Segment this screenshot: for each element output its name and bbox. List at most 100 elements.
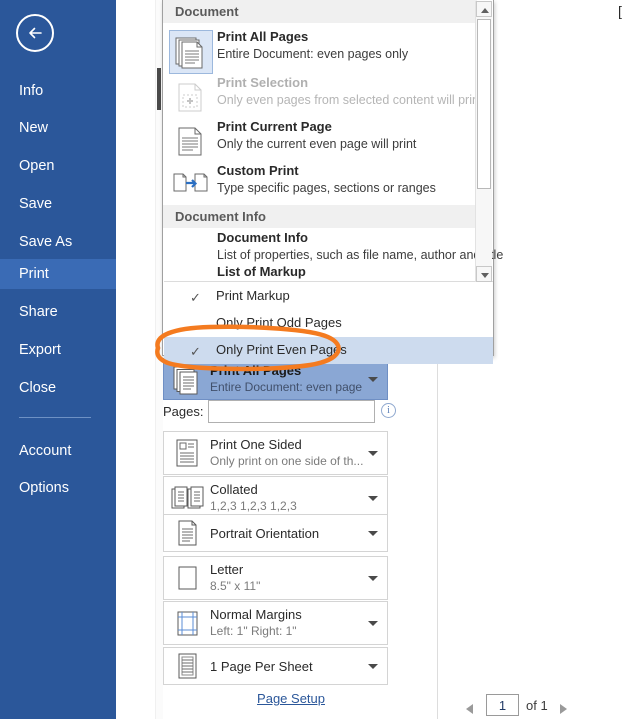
backstage-sidebar: Info New Open Save Save As Print Share E… bbox=[0, 0, 116, 719]
sidebar-item-account[interactable]: Account bbox=[0, 436, 116, 466]
custom-print-icon bbox=[169, 164, 213, 208]
settings-scrollbar-thumb[interactable] bbox=[157, 68, 161, 110]
sidebar-item-new[interactable]: New bbox=[0, 113, 116, 143]
page-count-label: of 1 bbox=[526, 698, 548, 713]
sidebar-item-share[interactable]: Share bbox=[0, 297, 116, 327]
next-page-arrow-icon[interactable] bbox=[560, 704, 567, 714]
chevron-down-icon[interactable] bbox=[368, 621, 378, 626]
sidebar-item-info[interactable]: Info bbox=[0, 76, 116, 106]
pages-label: Pages: bbox=[163, 404, 204, 419]
chevron-down-icon[interactable] bbox=[368, 451, 378, 456]
dropdown-scrollbar[interactable] bbox=[475, 1, 492, 282]
sidebar-divider bbox=[19, 417, 91, 418]
print-range-dropdown-menu: Document Print All Pages Entire Document… bbox=[162, 0, 503, 364]
sidebar-item-label: Options bbox=[19, 480, 69, 496]
sidebar-item-save-as[interactable]: Save As bbox=[0, 227, 116, 257]
dropdown-toggle-only-print-odd-pages[interactable]: Only Print Odd Pages bbox=[164, 310, 493, 337]
sidebar-item-label: Save bbox=[19, 196, 53, 212]
sidebar-item-close[interactable]: Close bbox=[0, 373, 116, 403]
pages-per-sheet-icon bbox=[170, 649, 204, 683]
dropdown-separator bbox=[164, 281, 493, 282]
setting-print-range-combo[interactable]: Print All Pages Entire Document: even pa… bbox=[163, 358, 388, 400]
setting-title: Letter bbox=[210, 562, 244, 577]
print-all-pages-icon bbox=[170, 362, 204, 396]
setting-title: Portrait Orientation bbox=[210, 526, 320, 541]
dropdown-toggle-label: Only Print Odd Pages bbox=[216, 315, 342, 330]
dropdown-item-print-all-pages[interactable]: Print All Pages Entire Document: even pa… bbox=[163, 26, 477, 74]
setting-subtitle: Entire Document: even page... bbox=[210, 380, 363, 394]
setting-title: Print One Sided bbox=[210, 437, 302, 452]
scroll-down-arrow-icon[interactable] bbox=[476, 266, 492, 282]
dropdown-toggle-only-print-even-pages[interactable]: ✓ Only Print Even Pages bbox=[164, 337, 493, 364]
dropdown-scrollbar-thumb[interactable] bbox=[477, 19, 491, 189]
print-all-pages-icon bbox=[169, 30, 213, 74]
dropdown-item-title: List of Markup bbox=[217, 264, 306, 279]
setting-margins-combo[interactable]: Normal Margins Left: 1" Right: 1" bbox=[163, 601, 388, 645]
sidebar-item-label: Export bbox=[19, 342, 61, 358]
dropdown-item-title: Custom Print bbox=[217, 163, 299, 178]
dropdown-item-subtitle: Only the current even page will print bbox=[217, 137, 417, 151]
setting-title: Print All Pages bbox=[210, 363, 302, 378]
dropdown-item-custom-print[interactable]: Custom Print Type specific pages, sectio… bbox=[163, 160, 477, 208]
print-selection-icon bbox=[169, 76, 213, 120]
setting-subtitle: Left: 1" Right: 1" bbox=[210, 624, 297, 638]
page-setup-link[interactable]: Page Setup bbox=[257, 691, 325, 706]
scroll-up-arrow-icon[interactable] bbox=[476, 1, 492, 17]
sidebar-item-label: Save As bbox=[19, 234, 73, 250]
sidebar-item-label: Close bbox=[19, 380, 57, 396]
dropdown-item-document-info[interactable]: Document Info List of properties, such a… bbox=[163, 228, 503, 268]
setting-title: Collated bbox=[210, 482, 258, 497]
sidebar-item-label: Open bbox=[19, 158, 55, 174]
dropdown-item-subtitle: Entire Document: even pages only bbox=[217, 47, 409, 61]
dropdown-section-header-document-info: Document Info bbox=[163, 205, 477, 228]
sidebar-item-export[interactable]: Export bbox=[0, 335, 116, 365]
sidebar-item-save[interactable]: Save bbox=[0, 189, 116, 219]
setting-subtitle: 1,2,3 1,2,3 1,2,3 bbox=[210, 499, 297, 513]
sidebar-item-label: Print bbox=[19, 266, 49, 282]
dropdown-item-subtitle: Only even pages from selected content wi… bbox=[217, 93, 483, 107]
print-backstage-screen: Info New Open Save Save As Print Share E… bbox=[0, 0, 627, 719]
dropdown-item-list-of-markup[interactable]: List of Markup bbox=[163, 264, 477, 282]
check-icon: ✓ bbox=[190, 290, 201, 305]
setting-paper-size-combo[interactable]: Letter 8.5" x 11" bbox=[163, 556, 388, 600]
dropdown-toggle-label: Only Print Even Pages bbox=[216, 342, 347, 357]
setting-pages-per-sheet-combo[interactable]: 1 Page Per Sheet bbox=[163, 647, 388, 685]
dropdown-item-title: Document Info bbox=[217, 230, 308, 245]
settings-preview-divider bbox=[437, 355, 438, 719]
margins-icon bbox=[170, 606, 204, 640]
corner-mark: [ bbox=[618, 3, 622, 19]
dropdown-toggle-print-markup[interactable]: ✓ Print Markup bbox=[164, 283, 493, 310]
sidebar-item-label: Account bbox=[19, 443, 72, 459]
pages-field-row: Pages: i bbox=[163, 400, 396, 424]
dropdown-toggle-label: Print Markup bbox=[216, 288, 290, 303]
setting-title: Normal Margins bbox=[210, 607, 302, 622]
pages-input[interactable] bbox=[208, 400, 375, 423]
page-number-input[interactable] bbox=[486, 694, 519, 716]
setting-subtitle: 8.5" x 11" bbox=[210, 579, 261, 593]
paper-size-icon bbox=[170, 561, 204, 595]
info-circle-icon[interactable]: i bbox=[381, 403, 396, 418]
print-current-page-icon bbox=[169, 120, 213, 164]
setting-subtitle: Only print on one side of th... bbox=[210, 454, 363, 468]
previous-page-arrow-icon[interactable] bbox=[466, 704, 473, 714]
dropdown-item-print-selection: Print Selection Only even pages from sel… bbox=[163, 72, 482, 120]
back-arrow-icon[interactable] bbox=[16, 14, 54, 52]
chevron-down-icon[interactable] bbox=[368, 377, 378, 382]
sidebar-item-label: New bbox=[19, 120, 49, 136]
sidebar-item-open[interactable]: Open bbox=[0, 151, 116, 181]
dropdown-item-print-current-page[interactable]: Print Current Page Only the current even… bbox=[163, 116, 477, 164]
dropdown-item-subtitle: List of properties, such as file name, a… bbox=[217, 248, 504, 262]
chevron-down-icon[interactable] bbox=[368, 496, 378, 501]
sidebar-item-print[interactable]: Print bbox=[0, 259, 116, 289]
dropdown-item-title: Print Current Page bbox=[217, 119, 332, 134]
dropdown-section-header-document: Document bbox=[163, 0, 477, 23]
setting-duplex-combo[interactable]: Print One Sided Only print on one side o… bbox=[163, 431, 388, 475]
setting-title: 1 Page Per Sheet bbox=[210, 659, 313, 674]
chevron-down-icon[interactable] bbox=[368, 576, 378, 581]
chevron-down-icon[interactable] bbox=[368, 664, 378, 669]
setting-orientation-combo[interactable]: Portrait Orientation bbox=[163, 514, 388, 552]
sidebar-item-label: Share bbox=[19, 304, 58, 320]
sidebar-item-options[interactable]: Options bbox=[0, 473, 116, 503]
chevron-down-icon[interactable] bbox=[368, 531, 378, 536]
check-icon: ✓ bbox=[190, 344, 201, 359]
